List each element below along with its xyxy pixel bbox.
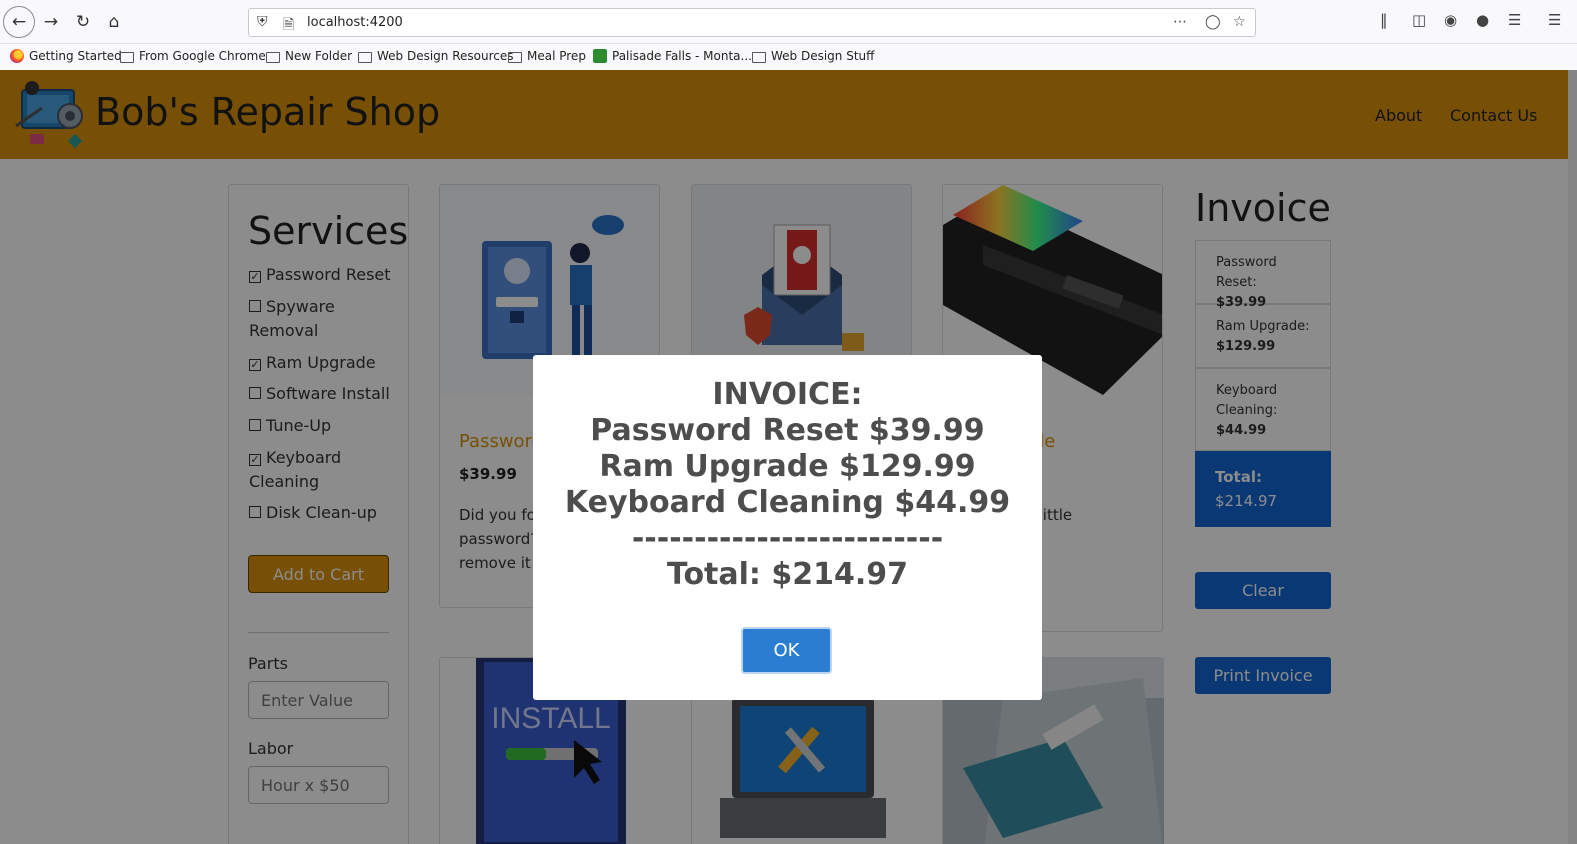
reload-button[interactable]: ↻ xyxy=(70,9,96,35)
modal-line-keyboard-cleaning: Keyboard Cleaning $44.99 xyxy=(564,485,1011,520)
folder-icon xyxy=(358,51,372,63)
invoice-modal: INVOICE: Password Reset $39.99 Ram Upgra… xyxy=(533,355,1042,700)
bookmark-web-design-resources[interactable]: Web Design Resources xyxy=(358,49,514,63)
modal-line-ram-upgrade: Ram Upgrade $129.99 xyxy=(599,449,976,484)
shield-icon: ⛨ xyxy=(257,14,268,30)
folder-icon xyxy=(120,51,134,63)
library-icon[interactable]: ‖ xyxy=(1380,11,1388,29)
bookmark-from-google-chrome[interactable]: From Google Chrome xyxy=(120,49,266,63)
url-bar[interactable]: ⛨ 🗎 localhost:4200 ⋯ ◯ ☆ xyxy=(248,8,1256,37)
star-icon[interactable]: ☆ xyxy=(1233,14,1246,30)
folder-icon xyxy=(266,51,280,63)
home-icon: ⌂ xyxy=(108,12,120,32)
arrow-left-icon: ← xyxy=(11,12,27,32)
more-icon[interactable]: ⋯ xyxy=(1173,14,1187,30)
page-icon: 🗎 xyxy=(283,17,295,33)
bookmark-palisade-falls[interactable]: Palisade Falls - Monta... xyxy=(593,49,752,63)
forward-button[interactable]: → xyxy=(38,9,64,35)
bookmark-web-design-stuff[interactable]: Web Design Stuff xyxy=(752,49,874,63)
extension-icon[interactable]: ● xyxy=(1476,11,1489,29)
bookmark-meal-prep[interactable]: Meal Prep xyxy=(508,49,586,63)
ok-button[interactable]: OK xyxy=(741,627,832,674)
browser-toolbar: ← → ↻ ⌂ ⛨ 🗎 localhost:4200 ⋯ ◯ ☆ ‖ ◫ ◉ ●… xyxy=(0,0,1577,44)
firefox-icon xyxy=(10,49,24,63)
back-button[interactable]: ← xyxy=(3,6,35,38)
modal-separator: ------------------------- xyxy=(631,521,944,556)
bookmarks-bar: Getting Started From Google Chrome New F… xyxy=(0,44,1577,70)
arrow-right-icon: → xyxy=(43,12,59,32)
modal-heading: INVOICE: xyxy=(712,377,863,412)
menu-icon[interactable]: ☰ xyxy=(1548,11,1561,29)
account-icon[interactable]: ◉ xyxy=(1444,11,1457,29)
folder-icon xyxy=(508,51,522,63)
bookmark-getting-started[interactable]: Getting Started xyxy=(10,49,122,63)
sidebar-icon[interactable]: ◫ xyxy=(1412,11,1426,29)
folder-icon xyxy=(752,51,766,63)
reload-icon: ↻ xyxy=(75,12,91,32)
bookmark-new-folder[interactable]: New Folder xyxy=(266,49,352,63)
bars-icon[interactable]: ☰ xyxy=(1508,11,1521,29)
alltrails-icon xyxy=(593,49,607,63)
home-button[interactable]: ⌂ xyxy=(101,9,127,35)
pocket-icon[interactable]: ◯ xyxy=(1205,14,1221,30)
modal-line-password-reset: Password Reset $39.99 xyxy=(590,413,985,448)
url-text: localhost:4200 xyxy=(307,15,403,30)
modal-total: Total: $214.97 xyxy=(666,557,909,592)
